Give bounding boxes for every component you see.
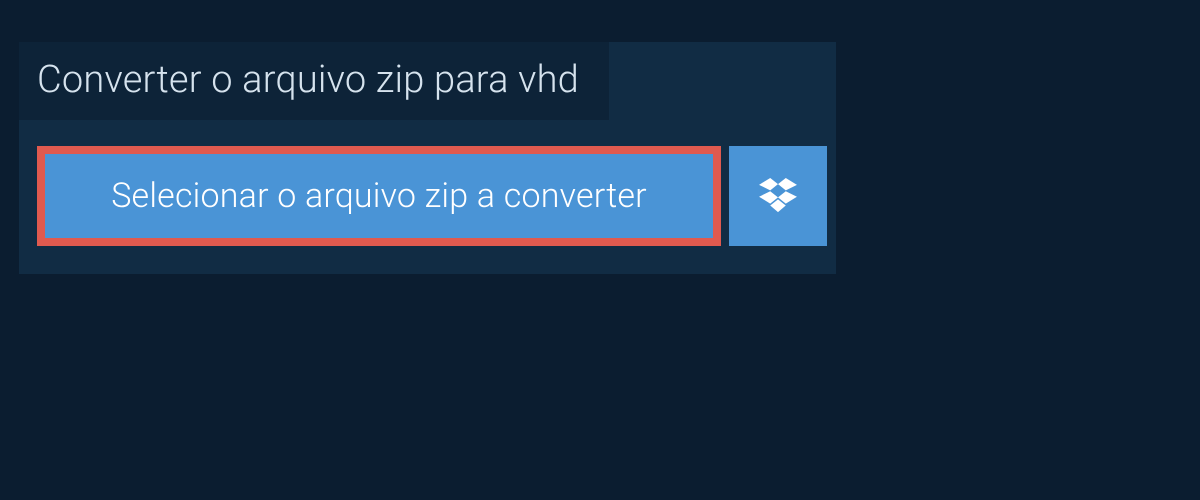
dropbox-button[interactable]: [729, 146, 827, 246]
panel-title: Converter o arquivo zip para vhd: [37, 58, 579, 102]
select-file-label: Selecionar o arquivo zip a converter: [111, 176, 647, 216]
converter-panel: Converter o arquivo zip para vhd Selecio…: [19, 42, 836, 274]
dropbox-icon: [759, 178, 797, 214]
action-row: Selecionar o arquivo zip a converter: [19, 120, 836, 274]
panel-title-tab: Converter o arquivo zip para vhd: [19, 42, 609, 120]
select-file-button[interactable]: Selecionar o arquivo zip a converter: [37, 146, 721, 246]
